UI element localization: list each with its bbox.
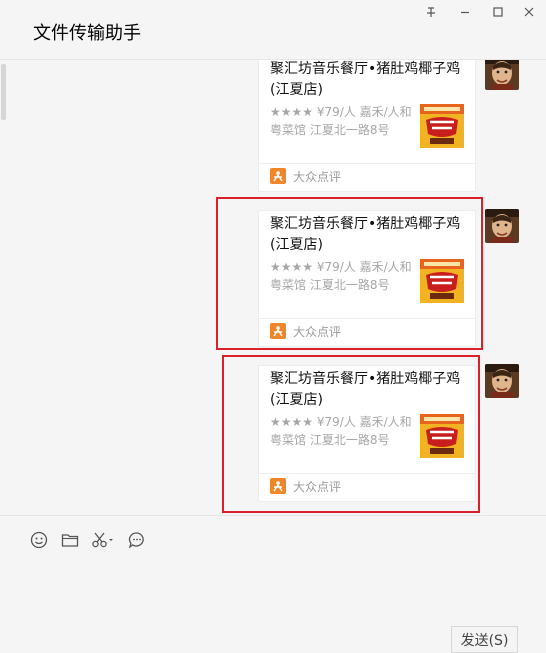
chat-area[interactable]: 聚汇坊音乐餐厅•猪肚鸡椰子鸡(江夏店) ★★★★ ¥79/人 嘉禾/人和 粤菜馆…: [0, 60, 546, 515]
pin-button[interactable]: [419, 2, 443, 22]
message-input-area[interactable]: 发送(S): [0, 515, 546, 653]
chat-history-icon: [128, 531, 146, 549]
avatar[interactable]: [485, 364, 519, 398]
card-description: ★★★★ ¥79/人 嘉禾/人和 粤菜馆 江夏北一路8号: [270, 105, 412, 137]
send-file-button[interactable]: [61, 530, 79, 550]
dianping-logo-icon: [270, 168, 286, 184]
screenshot-button[interactable]: [91, 530, 115, 550]
window-header: 文件传输助手: [0, 0, 546, 60]
chat-history-button[interactable]: [128, 530, 146, 550]
close-button[interactable]: [517, 2, 541, 22]
avatar[interactable]: [485, 60, 519, 90]
close-icon: [523, 6, 535, 18]
card-divider: [259, 163, 475, 164]
highlight-box: [216, 197, 483, 350]
maximize-button[interactable]: [486, 2, 510, 22]
card-title: 聚汇坊音乐餐厅•猪肚鸡椰子鸡(江夏店): [270, 61, 461, 98]
card-source-label: 大众点评: [293, 169, 342, 184]
emoji-icon: [30, 531, 48, 549]
restaurant-thumbnail: [420, 104, 464, 148]
pin-icon: [425, 6, 437, 18]
scissors-icon: [91, 531, 115, 549]
minimize-icon: [459, 6, 471, 18]
maximize-icon: [492, 6, 504, 18]
rating-stars: ★★★★: [270, 105, 314, 119]
scrollbar-thumb[interactable]: [1, 64, 6, 120]
minimize-button[interactable]: [453, 2, 477, 22]
card-source: 大众点评: [270, 167, 341, 185]
avatar[interactable]: [485, 209, 519, 243]
chat-title: 文件传输助手: [33, 23, 141, 44]
highlight-box: [222, 355, 480, 513]
send-button[interactable]: 发送(S): [451, 626, 518, 653]
shared-link-card[interactable]: 聚汇坊音乐餐厅•猪肚鸡椰子鸡(江夏店) ★★★★ ¥79/人 嘉禾/人和 粤菜馆…: [258, 60, 476, 192]
folder-icon: [61, 531, 79, 549]
emoji-button[interactable]: [30, 530, 48, 550]
